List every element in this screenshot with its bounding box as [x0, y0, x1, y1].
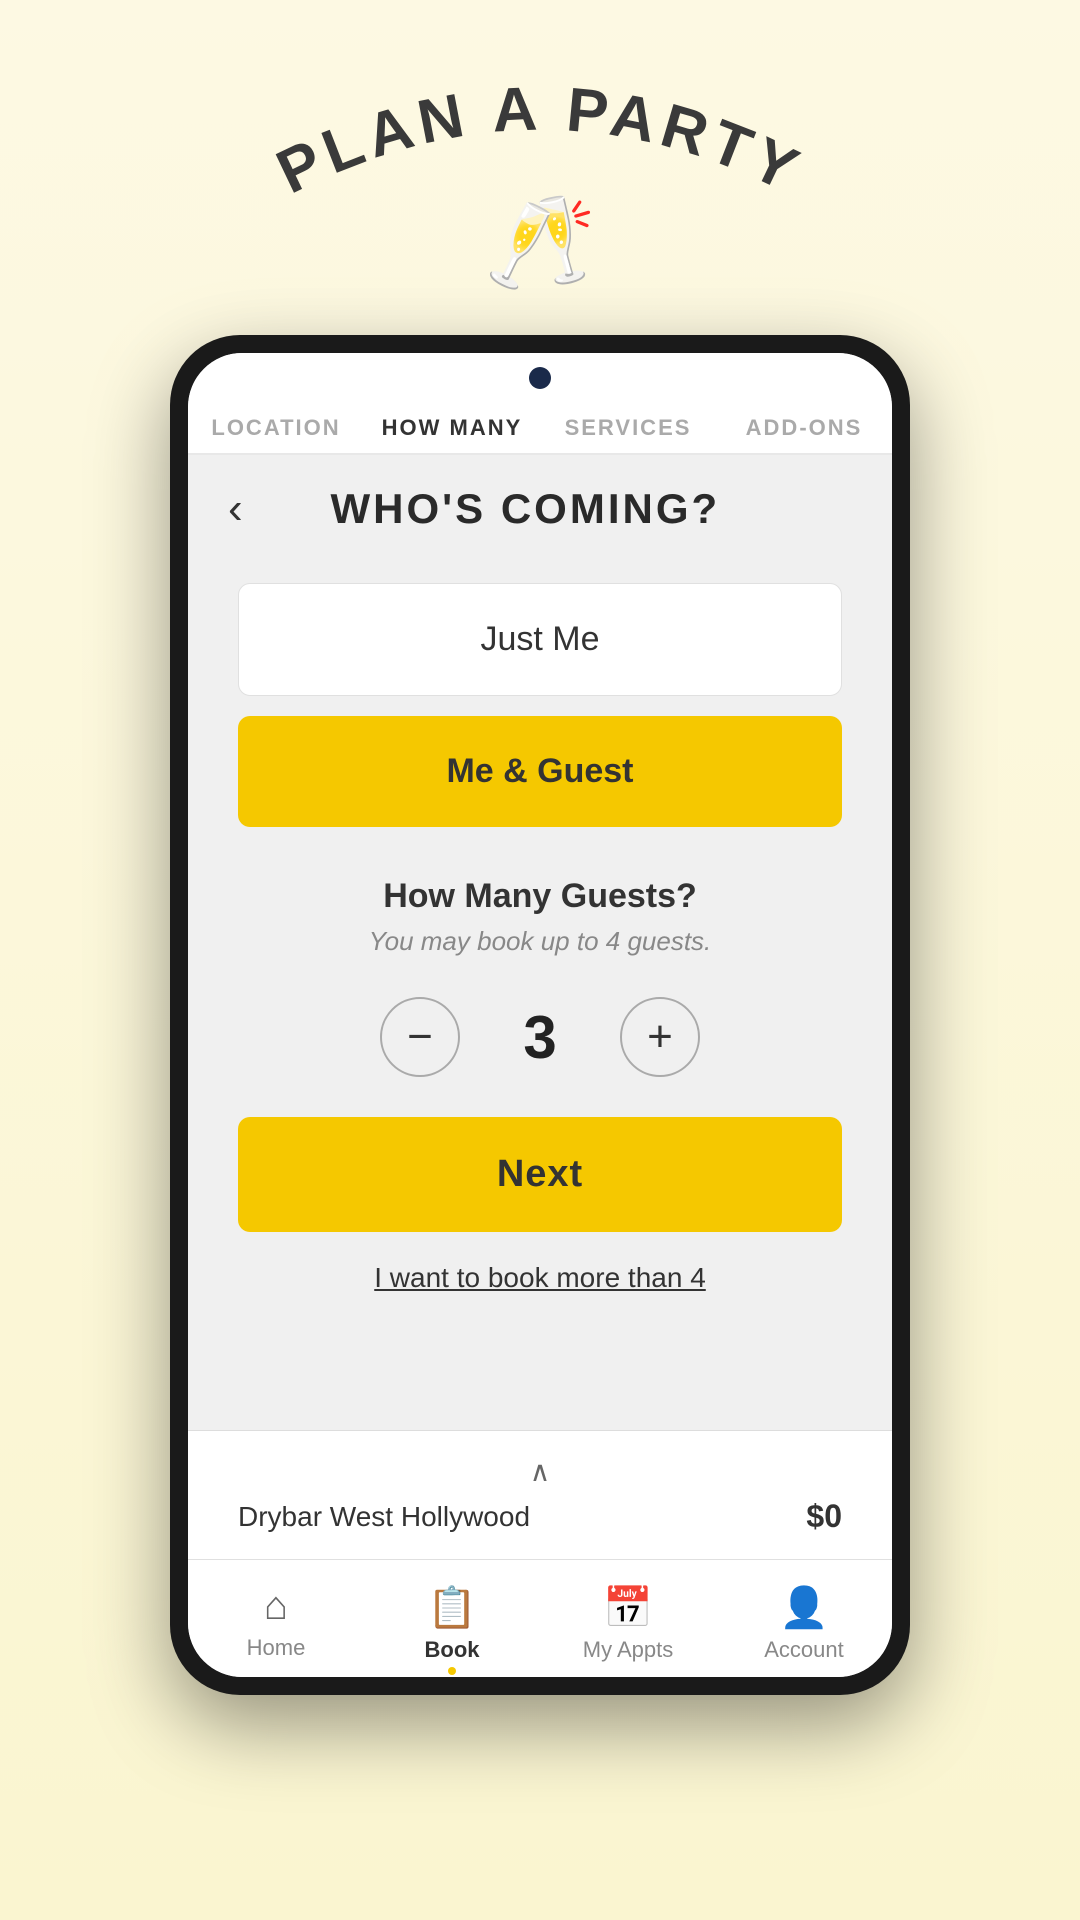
options-area: Just Me Me & Guest	[188, 543, 892, 827]
summary-bar-inner: Drybar West Hollywood $0	[238, 1498, 842, 1535]
nav-active-dot	[448, 1667, 456, 1675]
appts-icon: 📅	[603, 1584, 653, 1631]
just-me-button[interactable]: Just Me	[238, 583, 842, 696]
page-title: WHO'S COMING?	[243, 485, 808, 533]
summary-bar: ∧ Drybar West Hollywood $0	[188, 1430, 892, 1559]
next-button[interactable]: Next	[238, 1117, 842, 1232]
summary-location: Drybar West Hollywood	[238, 1501, 530, 1533]
back-button[interactable]: ‹	[228, 487, 243, 531]
champagne-icon: 🥂	[484, 190, 596, 295]
phone-inner: LOCATION HOW MANY SERVICES ADD-ONS ‹ WHO…	[188, 353, 892, 1677]
guest-section-title: How Many Guests?	[383, 877, 697, 916]
counter-row: − 3 +	[380, 997, 700, 1077]
phone-frame: LOCATION HOW MANY SERVICES ADD-ONS ‹ WHO…	[170, 335, 910, 1695]
more-than-4-link[interactable]: I want to book more than 4	[188, 1262, 892, 1294]
nav-account[interactable]: 👤 Account	[716, 1580, 892, 1667]
notch-area	[188, 353, 892, 397]
nav-my-appts[interactable]: 📅 My Appts	[540, 1580, 716, 1667]
me-and-guest-button[interactable]: Me & Guest	[238, 716, 842, 827]
nav-account-label: Account	[764, 1637, 844, 1663]
guest-count-value: 3	[510, 1003, 570, 1072]
guest-section-subtitle: You may book up to 4 guests.	[369, 926, 712, 957]
tab-bar: LOCATION HOW MANY SERVICES ADD-ONS	[188, 397, 892, 455]
content-area: ‹ WHO'S COMING? Just Me Me & Guest How M…	[188, 455, 892, 1559]
nav-book-label: Book	[425, 1637, 480, 1663]
top-area: PLAN A PARTY 🥂	[260, 0, 820, 335]
increment-button[interactable]: +	[620, 997, 700, 1077]
camera-dot	[529, 367, 551, 389]
expand-icon[interactable]: ∧	[238, 1455, 842, 1488]
guest-section: How Many Guests? You may book up to 4 gu…	[188, 827, 892, 1077]
nav-home[interactable]: ⌂ Home	[188, 1580, 364, 1667]
account-icon: 👤	[779, 1584, 829, 1631]
summary-price: $0	[806, 1498, 842, 1535]
plan-a-party-title: PLAN A PARTY	[267, 74, 814, 207]
nav-appts-label: My Appts	[583, 1637, 673, 1663]
svg-text:PLAN A PARTY: PLAN A PARTY	[267, 74, 814, 207]
home-icon: ⌂	[264, 1584, 288, 1629]
tab-add-ons[interactable]: ADD-ONS	[716, 397, 892, 453]
tab-how-many[interactable]: HOW MANY	[364, 397, 540, 453]
tab-services[interactable]: SERVICES	[540, 397, 716, 453]
book-icon: 📋	[427, 1584, 477, 1631]
bottom-nav: ⌂ Home 📋 Book 📅 My Appts 👤 Account	[188, 1559, 892, 1677]
tab-location[interactable]: LOCATION	[188, 397, 364, 453]
chevron-up-icon: ∧	[530, 1455, 551, 1488]
nav-home-label: Home	[247, 1635, 306, 1661]
page-header: ‹ WHO'S COMING?	[188, 455, 892, 543]
nav-book[interactable]: 📋 Book	[364, 1580, 540, 1667]
decrement-button[interactable]: −	[380, 997, 460, 1077]
